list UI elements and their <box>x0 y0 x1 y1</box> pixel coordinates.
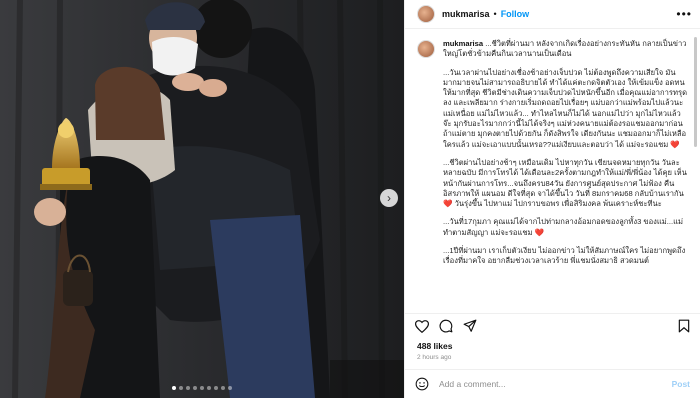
post-sidebar: mukmarisa • Follow ••• mukmarisa ...ชีวิ… <box>404 0 700 398</box>
instagram-post: › mukmarisa • Follow ••• mukmarisa ...ชี… <box>0 0 700 398</box>
chevron-right-icon[interactable]: › <box>380 189 398 207</box>
caption-paragraph: ...1ปีที่ผ่านมา เราเก็บตัวเงียบ ไม่ออกข่… <box>443 246 686 266</box>
caption-paragraph: ...ชีวิตผ่านไปอย่างช้าๆ เหมือนเดิม ไปหาท… <box>443 157 687 209</box>
avatar[interactable] <box>417 5 435 23</box>
caption-paragraph: mukmarisa ...ชีวิตที่ผ่านมา หลังจากเกิดเ… <box>443 39 688 60</box>
caption-username[interactable]: mukmarisa <box>443 39 483 48</box>
header-separator: • <box>493 9 497 19</box>
post-header: mukmarisa • Follow ••• <box>405 0 700 29</box>
post-media[interactable]: › <box>0 0 404 398</box>
bookmark-icon[interactable] <box>678 319 690 333</box>
caption-avatar[interactable] <box>417 40 435 58</box>
caption-paragraph: ...วันที่17กุมภา คุณแม่ได้จากไปท่ามกลางอ… <box>443 217 684 237</box>
caption-area[interactable]: mukmarisa ...ชีวิตที่ผ่านมา หลังจากเกิดเ… <box>405 29 700 313</box>
comment-input[interactable] <box>437 378 651 390</box>
emoji-icon[interactable] <box>415 377 429 391</box>
caption-row: mukmarisa ...ชีวิตที่ผ่านมา หลังจากเกิดเ… <box>417 39 688 275</box>
likes-count[interactable]: 488 likes <box>405 338 700 351</box>
carousel-dots <box>0 386 404 390</box>
carousel-dot <box>207 386 211 390</box>
carousel-dot <box>193 386 197 390</box>
carousel-dot <box>214 386 218 390</box>
carousel-dot <box>179 386 183 390</box>
carousel-dot <box>186 386 190 390</box>
caption-scrollbar[interactable] <box>694 37 697 147</box>
action-bar <box>405 313 700 338</box>
post-photo <box>0 0 404 398</box>
carousel-dot <box>228 386 232 390</box>
follow-button[interactable]: Follow <box>501 9 530 19</box>
post-comment-button[interactable]: Post <box>672 379 690 389</box>
comment-icon[interactable] <box>439 319 453 333</box>
heart-icon[interactable] <box>415 319 429 333</box>
share-icon[interactable] <box>463 319 477 333</box>
comment-bar: Post <box>405 369 700 398</box>
caption-paragraph: ...วันเวลาผ่านไปอย่างเชื่องช้าอย่างเจ็บป… <box>443 67 688 149</box>
more-horizontal-icon[interactable]: ••• <box>676 7 692 21</box>
header-username[interactable]: mukmarisa <box>442 9 490 19</box>
caption-text: mukmarisa ...ชีวิตที่ผ่านมา หลังจากเกิดเ… <box>443 39 688 275</box>
post-timestamp[interactable]: 2 hours ago <box>405 351 700 369</box>
carousel-dot <box>172 386 176 390</box>
carousel-dot <box>221 386 225 390</box>
carousel-dot <box>200 386 204 390</box>
